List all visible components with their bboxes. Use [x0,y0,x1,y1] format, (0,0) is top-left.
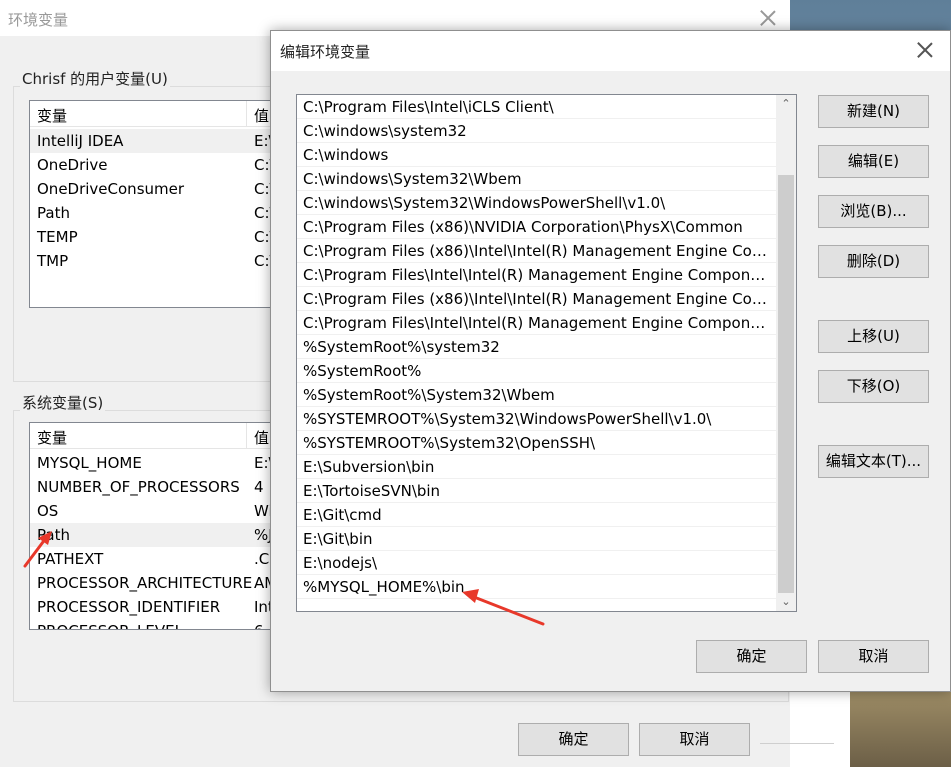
list-item[interactable]: %SystemRoot% [297,359,777,383]
browse-button[interactable]: 浏览(B)... [818,195,929,228]
list-item[interactable]: E:\Git\cmd [297,503,777,527]
vertical-scrollbar[interactable]: ⌃ ⌄ [776,95,796,611]
close-icon[interactable] [916,41,934,59]
header-separator [246,423,247,449]
cancel-button[interactable]: 取消 [639,723,750,756]
list-item[interactable]: %SYSTEMROOT%\System32\WindowsPowerShell\… [297,407,777,431]
edit-environment-variable-dialog: 编辑环境变量 C:\Program Files\Intel\iCLS Clien… [270,30,951,692]
edit-text-button[interactable]: 编辑文本(T)... [818,445,929,478]
edit-button[interactable]: 编辑(E) [818,145,929,178]
table-row[interactable]: OneDriveConsumer C:\ [30,177,288,201]
table-row[interactable]: TMP C:\ [30,249,288,273]
list-item[interactable]: E:\TortoiseSVN\bin [297,479,777,503]
table-row[interactable]: TEMP C:\ [30,225,288,249]
delete-button[interactable]: 删除(D) [818,245,929,278]
user-variables-label: Chrisf 的用户变量(U) [20,68,170,89]
move-up-button[interactable]: 上移(U) [818,320,929,353]
table-row[interactable]: PATHEXT .CO [30,547,288,571]
list-item[interactable]: %SystemRoot%\system32 [297,335,777,359]
list-item[interactable]: %SystemRoot%\System32\Wbem [297,383,777,407]
list-item[interactable]: E:\Git\bin [297,527,777,551]
user-variables-list[interactable]: 变量 值 IntelliJ IDEA E:\ OneDrive C:\ OneD… [29,100,289,308]
scroll-thumb[interactable] [778,175,794,593]
table-row[interactable]: PROCESSOR_LEVEL 6 [30,619,288,629]
ok-button[interactable]: 确定 [518,723,629,756]
list-item-mysql-bin[interactable]: %MYSQL_HOME%\bin [297,575,777,599]
system-variables-list[interactable]: 变量 值 MYSQL_HOME E:\ NUMBER_OF_PROCESSORS… [29,422,289,630]
new-button[interactable]: 新建(N) [818,95,929,128]
header-value[interactable]: 值 [254,427,269,448]
list-item[interactable]: C:\windows\system32 [297,119,777,143]
list-item[interactable]: C:\Program Files\Intel\iCLS Client\ [297,95,777,119]
header-variable[interactable]: 变量 [37,427,67,448]
table-row[interactable]: OneDrive C:\ [30,153,288,177]
move-down-button[interactable]: 下移(O) [818,370,929,403]
list-item[interactable]: C:\Program Files\Intel\Intel(R) Manageme… [297,263,777,287]
table-row[interactable]: NUMBER_OF_PROCESSORS 4 [30,475,288,499]
table-row[interactable]: PROCESSOR_ARCHITECTURE AM [30,571,288,595]
scroll-up-icon[interactable]: ⌃ [776,95,796,113]
divider [760,743,834,744]
list-item[interactable]: C:\Program Files (x86)\Intel\Intel(R) Ma… [297,287,777,311]
list-item[interactable]: C:\Program Files (x86)\NVIDIA Corporatio… [297,215,777,239]
list-header: 变量 值 [30,101,288,127]
header-variable[interactable]: 变量 [37,105,67,126]
table-row-path-selected[interactable]: Path %J [30,523,288,547]
system-variables-label: 系统变量(S) [20,392,106,413]
list-header: 变量 值 [30,423,288,449]
list-item[interactable]: C:\windows [297,143,777,167]
list-item[interactable]: E:\nodejs\ [297,551,777,575]
dialog-title: 环境变量 [8,11,69,29]
list-item[interactable]: C:\windows\System32\Wbem [297,167,777,191]
close-icon[interactable] [759,9,777,27]
header-separator [246,101,247,127]
title-bar: 编辑环境变量 [271,31,950,71]
list-item[interactable]: C:\windows\System32\WindowsPowerShell\v1… [297,191,777,215]
dialog-title: 编辑环境变量 [280,43,371,61]
list-item[interactable]: C:\Program Files (x86)\Intel\Intel(R) Ma… [297,239,777,263]
path-list[interactable]: C:\Program Files\Intel\iCLS Client\ C:\w… [296,94,797,612]
list-item[interactable]: E:\Subversion\bin [297,455,777,479]
list-item[interactable]: C:\Program Files\Intel\Intel(R) Manageme… [297,311,777,335]
ok-button[interactable]: 确定 [696,640,807,673]
header-value[interactable]: 值 [254,105,269,126]
table-row[interactable]: Path C:\ [30,201,288,225]
cancel-button[interactable]: 取消 [818,640,929,673]
list-item[interactable]: %SYSTEMROOT%\System32\OpenSSH\ [297,431,777,455]
table-row[interactable]: IntelliJ IDEA E:\ [30,129,288,153]
scroll-down-icon[interactable]: ⌄ [776,593,796,611]
table-row[interactable]: OS Wi [30,499,288,523]
table-row[interactable]: MYSQL_HOME E:\ [30,451,288,475]
table-row[interactable]: PROCESSOR_IDENTIFIER Int [30,595,288,619]
